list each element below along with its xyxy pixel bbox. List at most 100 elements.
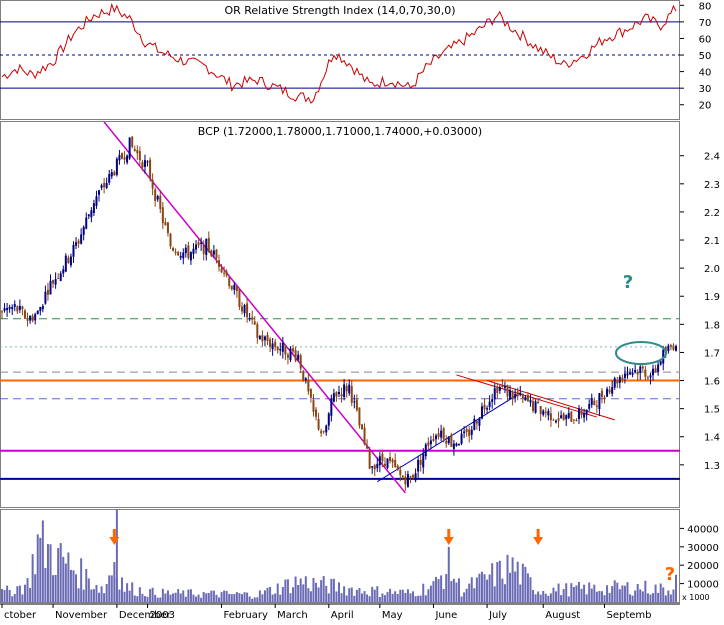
candle-body [409, 476, 412, 478]
candle-body [332, 393, 335, 402]
candle-body [215, 249, 218, 259]
volume-bar [414, 596, 417, 602]
candle-body [611, 387, 614, 394]
candle-body [373, 465, 376, 470]
volume-bar [31, 554, 34, 602]
volume-bar [478, 573, 481, 602]
candle-body [572, 419, 575, 421]
candle-body [294, 349, 297, 361]
volume-bar [18, 585, 21, 602]
candle-body [358, 407, 361, 426]
candle-body [491, 399, 494, 402]
candle-body [64, 255, 67, 272]
volume-bar [509, 572, 512, 602]
candle-body [590, 398, 593, 405]
candle-body [452, 443, 455, 449]
volume-bar [383, 595, 386, 602]
volume-bar [549, 593, 552, 602]
candle-body [585, 409, 588, 415]
volume-bar [406, 589, 409, 602]
volume-bar [72, 570, 75, 602]
volume-bar [417, 595, 420, 602]
candle-body [353, 401, 356, 403]
price-tick-label: 1.6 [704, 377, 720, 388]
volume-bar [205, 593, 208, 602]
candle-body [223, 272, 226, 274]
volume-bar [304, 576, 307, 602]
volume-bar [98, 592, 101, 602]
volume-bar [626, 582, 629, 602]
volume-bar [105, 583, 108, 602]
volume-bar [570, 583, 573, 602]
candle-body [427, 442, 430, 446]
volume-bar [634, 590, 637, 602]
volume-bar [412, 591, 415, 602]
candle-body [218, 260, 221, 267]
volume-bar [547, 595, 550, 602]
volume-bar [149, 589, 152, 602]
volume-bar [218, 597, 221, 602]
candle-body [465, 428, 468, 433]
candle-body [286, 354, 289, 358]
candle-body [248, 318, 251, 320]
candle-body [243, 305, 246, 314]
volume-bar [491, 563, 494, 602]
volume-bar [13, 593, 16, 602]
candle-body [220, 268, 223, 273]
volume-bar [432, 581, 435, 602]
candle-body [399, 469, 402, 475]
candle-body [77, 240, 80, 244]
candle-body [376, 463, 379, 469]
candle-body [544, 411, 547, 414]
candle-body [151, 179, 154, 189]
candle-body [631, 372, 634, 375]
volume-bar [343, 586, 346, 602]
volume-bar [309, 591, 312, 602]
volume-bar [598, 590, 601, 602]
candle-body [606, 388, 609, 397]
volume-bar [215, 594, 218, 602]
candle-body [644, 369, 647, 377]
volume-bar [496, 562, 499, 602]
candle-body [284, 344, 287, 355]
candle-body [363, 427, 366, 445]
volume-bar [335, 591, 338, 602]
x-axis-label: April [331, 610, 354, 621]
volume-bar [371, 586, 374, 602]
volume-bar [246, 592, 249, 602]
volume-bar [286, 579, 289, 602]
candle-body [141, 162, 144, 168]
volume-bar [475, 577, 478, 602]
candle-body [396, 465, 399, 470]
candle-body [118, 155, 121, 161]
candle-body [138, 151, 141, 161]
candle-body [667, 345, 670, 352]
volume-bar [100, 586, 103, 602]
candle-body [57, 278, 60, 280]
volume-bar [580, 588, 583, 602]
volume-bar [123, 591, 126, 602]
volume-bar [315, 582, 318, 602]
candle-body [44, 291, 47, 304]
price-question-mark: ? [623, 272, 633, 293]
volume-bar [652, 593, 655, 602]
candle-body [212, 250, 215, 255]
candle-body [143, 160, 146, 167]
volume-bar [511, 557, 514, 602]
candle-body [562, 413, 565, 421]
candle-body [11, 307, 14, 310]
volume-bar [452, 578, 455, 602]
volume-bar [532, 589, 535, 602]
candle-body [113, 172, 116, 176]
candle-body [281, 342, 284, 352]
candle-body [537, 401, 540, 404]
price-title: BCP (1.72000,1.78000,1.71000,1.74000,+0.… [198, 125, 482, 138]
volume-bar [223, 590, 226, 602]
volume-bar [353, 595, 356, 602]
volume-bar [542, 590, 545, 602]
candle-body [475, 420, 478, 424]
price-tick-label: 2.3 [704, 180, 720, 191]
volume-bar [618, 589, 621, 602]
price-tick-label: 1.5 [704, 405, 720, 416]
volume-bar [253, 597, 256, 602]
